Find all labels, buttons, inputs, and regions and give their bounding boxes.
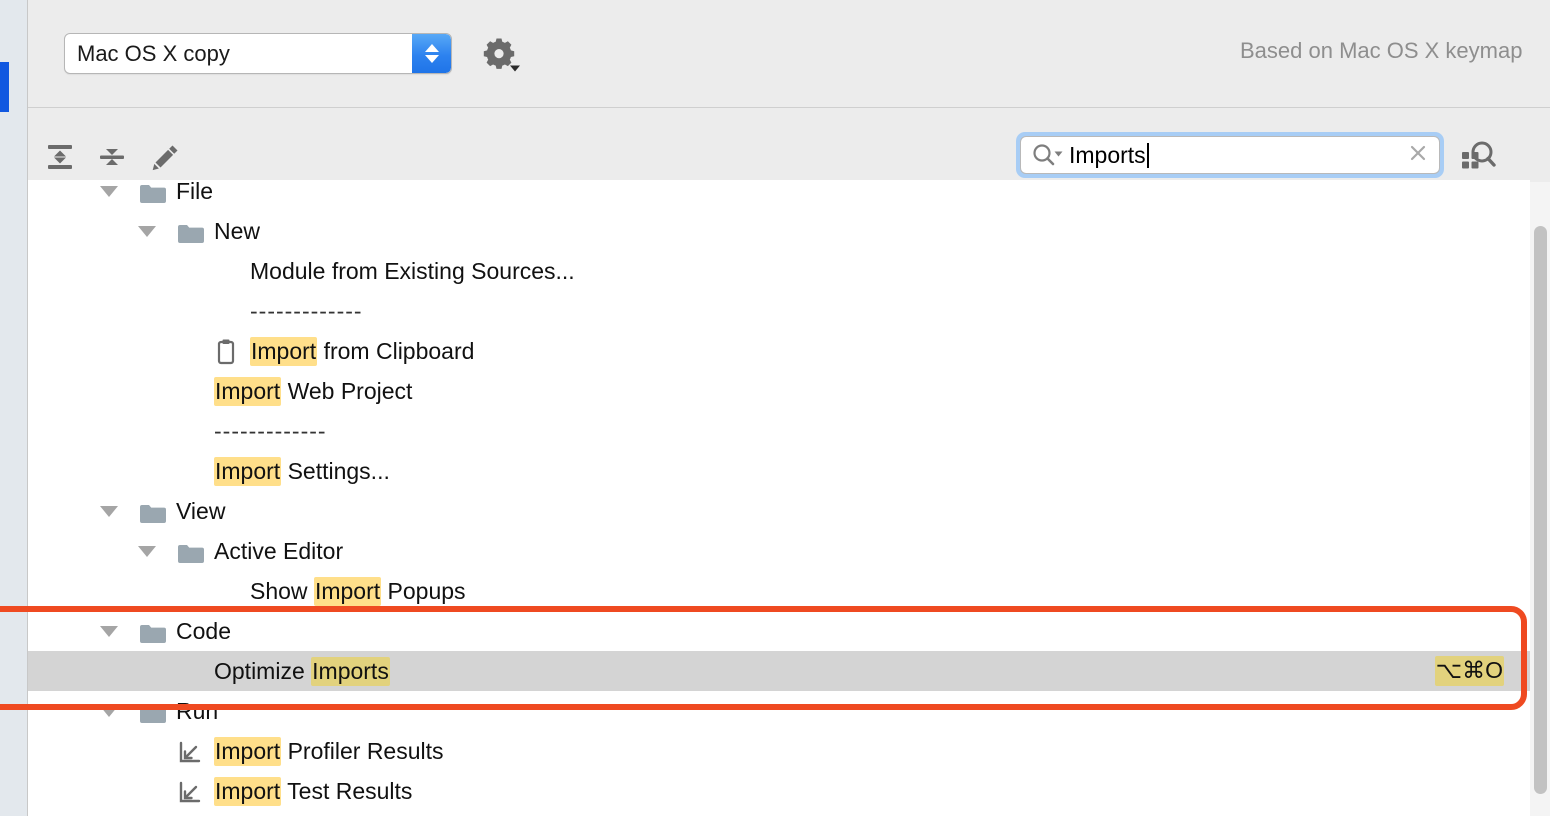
menu-separator-dashes: -------------: [250, 297, 363, 324]
find-by-shortcut-icon[interactable]: [1458, 138, 1498, 176]
label-post: Web Project: [281, 377, 413, 404]
clipboard-icon: [214, 339, 238, 365]
left-sidebar-strip: [0, 0, 27, 816]
tree-row-module-from-existing-sources[interactable]: Module from Existing Sources...: [28, 251, 1530, 291]
tree-row-code[interactable]: Code: [28, 611, 1530, 651]
folder-icon: [140, 622, 166, 643]
tree-row-optimize-imports[interactable]: Optimize Imports ⌥⌘O: [28, 651, 1530, 691]
tree-row-label: Import from Clipboard: [250, 336, 475, 366]
folder-icon: [140, 502, 166, 523]
tree-row-separator: -------------: [28, 291, 1530, 331]
tree-row-label: Import Profiler Results: [214, 736, 444, 766]
tree-row-view[interactable]: View: [28, 491, 1530, 531]
label-post: Profiler Results: [281, 737, 444, 764]
based-on-keymap-label: Based on Mac OS X keymap: [1240, 38, 1523, 63]
tree-row-import-from-clipboard[interactable]: Import from Clipboard: [28, 331, 1530, 371]
tree-row-new[interactable]: New: [28, 211, 1530, 251]
search-match-highlight: Import: [250, 336, 318, 366]
tree-row-import-test-results[interactable]: Import Test Results: [28, 771, 1530, 811]
search-match-highlight: Import: [214, 376, 282, 406]
collapse-all-icon[interactable]: [92, 137, 132, 177]
chevron-down-icon[interactable]: [138, 226, 156, 237]
search-input-value: Imports: [1069, 141, 1146, 168]
search-match-highlight: Import: [313, 576, 382, 606]
keymap-tree: File New Module from Existing Sources...…: [28, 180, 1530, 816]
folder-icon: [178, 222, 204, 243]
tree-row-label: File: [176, 180, 214, 204]
tree-row-file[interactable]: File: [28, 180, 1530, 211]
chevron-down-icon[interactable]: [138, 546, 156, 557]
text-caret: [1146, 142, 1149, 168]
chevron-down-icon[interactable]: [100, 506, 118, 517]
search-input[interactable]: Imports: [1020, 136, 1440, 174]
pencil-edit-icon[interactable]: [145, 137, 185, 177]
label-pre: Optimize: [214, 657, 312, 684]
tree-row-separator: -------------: [28, 411, 1530, 451]
tree-scrollbar-track[interactable]: [1530, 182, 1550, 816]
chevron-up-icon: [424, 44, 439, 52]
folder-icon: [178, 542, 204, 563]
folder-icon: [140, 702, 166, 723]
keyboard-shortcut-badge: ⌥⌘O: [1434, 656, 1504, 686]
chevron-down-icon[interactable]: [100, 626, 118, 637]
chevron-down-icon[interactable]: [100, 186, 118, 197]
tree-row-import-settings[interactable]: Import Settings...: [28, 451, 1530, 491]
search-dropdown-icon[interactable]: [1031, 142, 1065, 168]
label-post: Settings...: [281, 457, 390, 484]
tree-row-import-profiler-results[interactable]: Import Profiler Results: [28, 731, 1530, 771]
stepper-up-down-icon[interactable]: [412, 34, 451, 73]
clear-x-icon[interactable]: [1405, 140, 1431, 171]
tree-row-show-import-popups[interactable]: Show Import Popups: [28, 571, 1530, 611]
search-match-highlight: Import: [214, 736, 282, 766]
search-match-highlight: Imports: [311, 656, 390, 686]
tree-row-label: Show Import Popups: [250, 576, 466, 606]
menu-separator-dashes: -------------: [214, 417, 327, 444]
folder-icon: [140, 182, 166, 203]
keymap-header: Mac OS X copy Based on Mac OS X keymap: [28, 0, 1550, 108]
tree-row-label: Code: [176, 617, 231, 644]
search-match-highlight: Import: [214, 776, 282, 806]
tree-row-label: View: [176, 497, 226, 524]
sidebar-selection-marker: [0, 62, 9, 112]
tree-row-label: Run: [176, 697, 219, 724]
tree-row-label: Optimize Imports: [214, 656, 390, 686]
tree-row-label: Import Web Project: [214, 376, 413, 406]
search-match-highlight: Import: [214, 456, 282, 486]
tree-row-label: New: [214, 217, 261, 244]
chevron-down-icon: [424, 55, 439, 63]
search-box[interactable]: Imports: [1016, 132, 1444, 178]
tree-row-run[interactable]: Run: [28, 691, 1530, 731]
label-pre: Show: [250, 577, 314, 604]
expand-all-icon[interactable]: [40, 137, 80, 177]
import-arrow-icon: [178, 779, 202, 805]
tree-row-label: Active Editor: [214, 537, 344, 564]
label-post: Test Results: [281, 777, 413, 804]
search-input-text: Imports: [1069, 141, 1399, 168]
chevron-down-icon[interactable]: [100, 706, 118, 717]
label-post: Popups: [381, 577, 466, 604]
tree-row-active-editor[interactable]: Active Editor: [28, 531, 1530, 571]
keymap-select[interactable]: Mac OS X copy: [64, 33, 452, 74]
tree-row-import-web-project[interactable]: Import Web Project: [28, 371, 1530, 411]
tree-row-label: Import Test Results: [214, 776, 413, 806]
tree-row-label: Module from Existing Sources...: [250, 257, 575, 284]
tree-scrollbar-thumb[interactable]: [1534, 226, 1547, 794]
tree-row-label: Import Settings...: [214, 456, 390, 486]
gear-icon[interactable]: [480, 35, 522, 73]
label-post: from Clipboard: [317, 337, 475, 364]
keymap-select-value: Mac OS X copy: [77, 40, 230, 66]
import-arrow-icon: [178, 739, 202, 765]
